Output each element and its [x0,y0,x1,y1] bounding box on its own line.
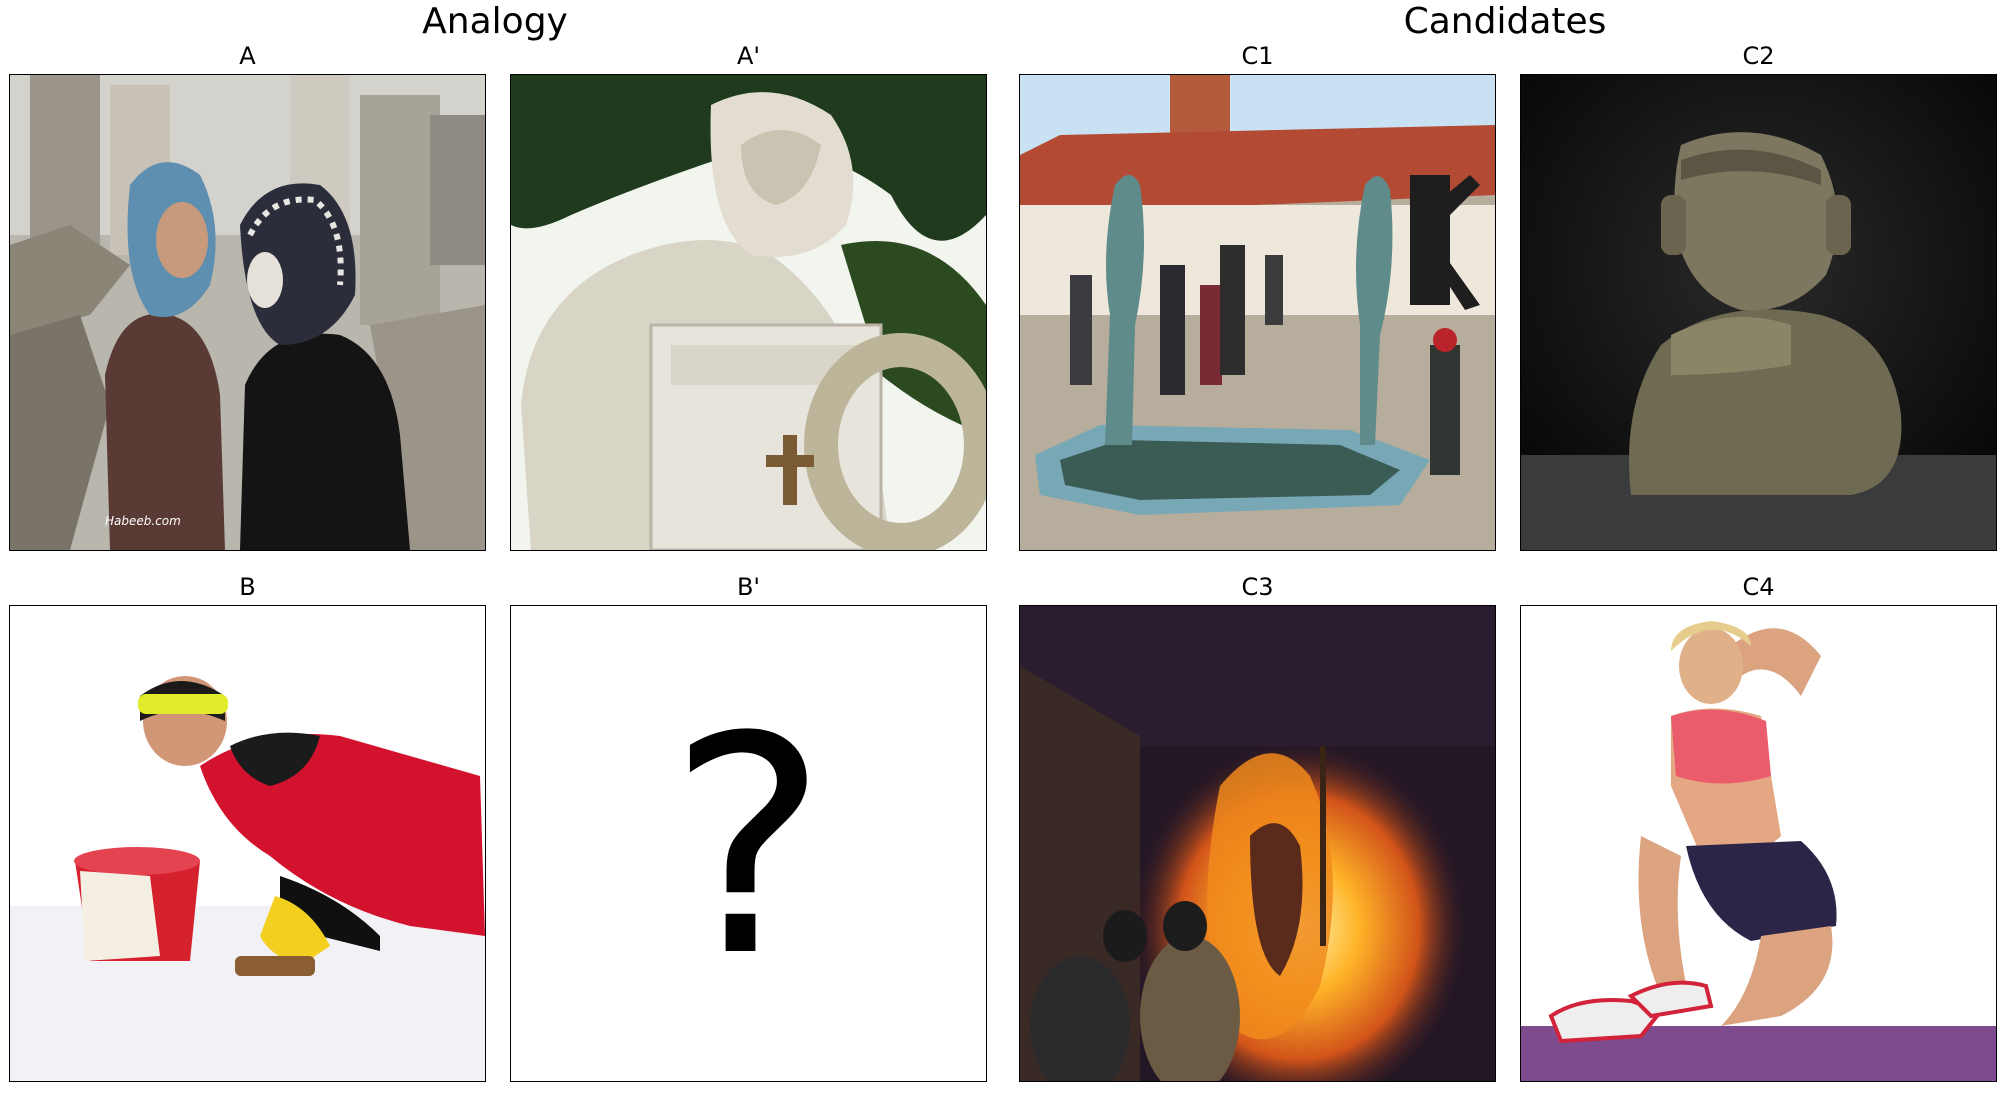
panel-label-a-prime: A' [736,42,760,70]
watermark-text: Habeeb.com [105,514,181,528]
panel-b-image [9,605,486,1082]
panel-a-image: Habeeb.com [9,74,486,551]
panel-label-a: A [239,42,256,70]
panel-b-prime-placeholder: ? [510,605,987,1082]
panel-a-prime-image [510,74,987,551]
panel-c3-image [1019,605,1496,1082]
panel-c4-image [1520,605,1997,1082]
question-mark-glyph: ? [668,673,827,1022]
panel-c1-image [1019,74,1496,551]
panel-label-c3: C3 [1241,573,1274,601]
panel-c2-image [1520,74,1997,551]
analogy-title: Analogy [422,1,568,42]
candidates-title: Candidates [1403,1,1607,42]
panel-label-c1: C1 [1241,42,1274,70]
panel-label-b-prime: B' [736,573,761,601]
panel-label-b: B [239,573,256,601]
panel-label-c2: C2 [1742,42,1775,70]
panel-label-c4: C4 [1742,573,1775,601]
